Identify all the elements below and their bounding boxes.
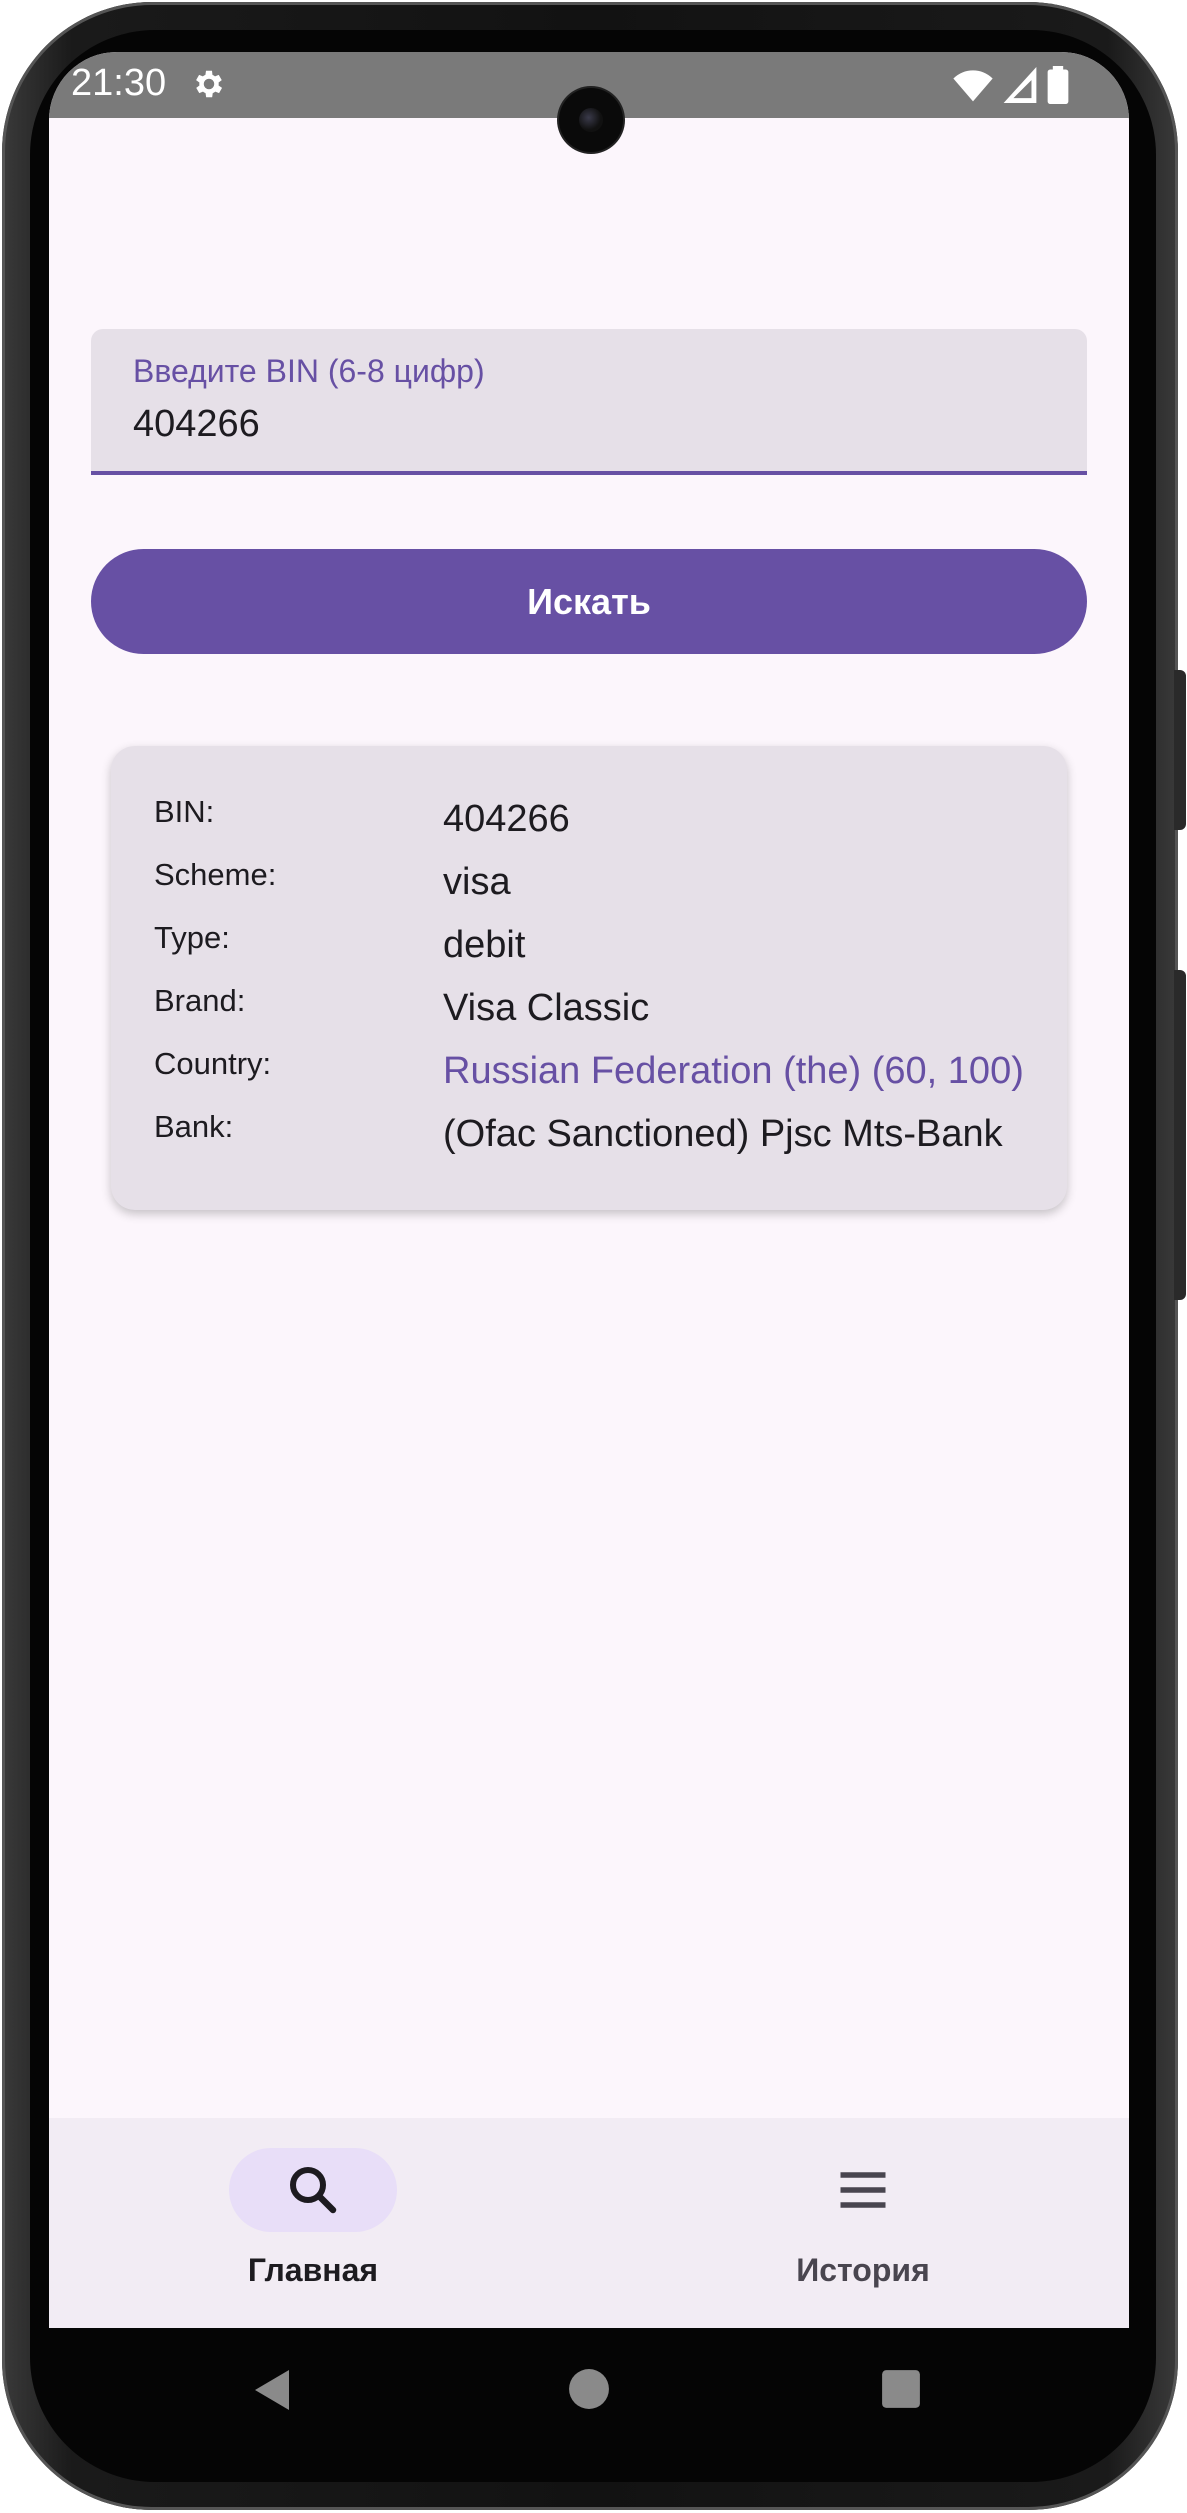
nav-item-home[interactable]: Главная bbox=[163, 2148, 463, 2308]
battery-icon bbox=[1047, 66, 1069, 104]
app-screen: 21:30 Введите BIN (6-8 цифр) 404266 Иска… bbox=[49, 52, 1129, 2328]
system-navigation-bar bbox=[49, 2328, 1129, 2458]
nav-label-history: История bbox=[796, 2252, 930, 2288]
result-row-brand: Brand: Visa Classic bbox=[111, 983, 1067, 1043]
result-row-country: Country: Russian Federation (the) (60, 1… bbox=[111, 1046, 1067, 1106]
status-icons bbox=[953, 66, 1069, 104]
result-value: Visa Classic bbox=[443, 987, 650, 1029]
result-label: Country: bbox=[154, 1046, 272, 1081]
bin-result-card: BIN: 404266 Scheme: visa Type: debit Bra… bbox=[111, 746, 1067, 1210]
home-circle-icon[interactable] bbox=[568, 2368, 610, 2410]
result-row-bank: Bank: (Ofac Sanctioned) Pjsc Mts-Bank bbox=[111, 1109, 1067, 1169]
search-button[interactable]: Искать bbox=[91, 549, 1087, 654]
result-label: Bank: bbox=[154, 1109, 234, 1144]
signal-icon bbox=[1003, 67, 1037, 103]
nav-label-home: Главная bbox=[247, 2252, 379, 2288]
search-icon bbox=[290, 2167, 337, 2214]
wifi-icon bbox=[953, 70, 993, 102]
status-time: 21:30 bbox=[71, 62, 167, 104]
bin-input-field[interactable]: Введите BIN (6-8 цифр) 404266 bbox=[91, 329, 1087, 475]
country-link[interactable]: Russian Federation (the) (60, 100) bbox=[443, 1050, 1024, 1093]
result-label: Type: bbox=[154, 920, 230, 955]
device-frame: 21:30 Введите BIN (6-8 цифр) 404266 Иска… bbox=[0, 0, 1187, 2513]
bottom-navigation-bar: Главная История bbox=[49, 2118, 1129, 2328]
bin-input-value[interactable]: 404266 bbox=[133, 403, 260, 446]
bin-input-label: Введите BIN (6-8 цифр) bbox=[133, 353, 485, 389]
menu-icon bbox=[840, 2172, 886, 2208]
result-row-type: Type: debit bbox=[111, 920, 1067, 980]
result-value: visa bbox=[443, 861, 511, 903]
result-label: Brand: bbox=[154, 983, 246, 1018]
result-label: BIN: bbox=[154, 794, 215, 829]
nav-item-history[interactable]: История bbox=[713, 2148, 1013, 2308]
result-value: debit bbox=[443, 924, 526, 966]
result-row-scheme: Scheme: visa bbox=[111, 857, 1067, 917]
result-label: Scheme: bbox=[154, 857, 277, 892]
result-row-bin: BIN: 404266 bbox=[111, 794, 1067, 854]
gear-icon bbox=[196, 70, 223, 98]
result-value: 404266 bbox=[443, 798, 570, 840]
recents-square-icon[interactable] bbox=[880, 2368, 922, 2410]
result-value: (Ofac Sanctioned) Pjsc Mts-Bank bbox=[443, 1113, 1003, 1155]
front-camera bbox=[559, 88, 623, 152]
power-button bbox=[1174, 970, 1186, 1300]
volume-up-button bbox=[1174, 670, 1186, 830]
back-triangle-icon[interactable] bbox=[253, 2368, 293, 2412]
